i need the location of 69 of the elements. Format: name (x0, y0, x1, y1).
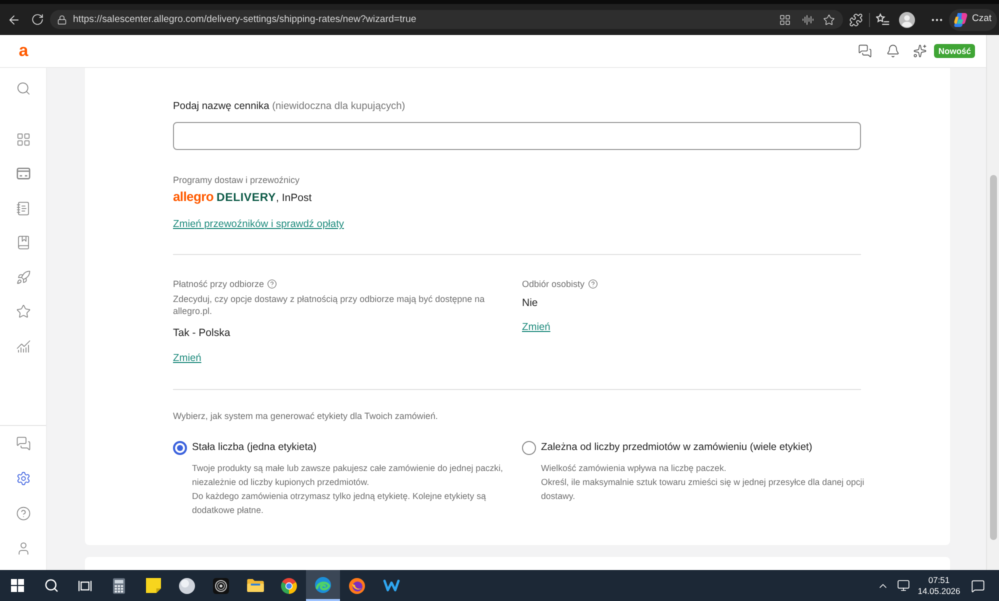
radio-button[interactable] (522, 441, 536, 455)
section-label: Programy dostaw i przewoźnicy (173, 174, 301, 186)
swirl-icon (315, 576, 331, 592)
option-description: Do każdego zamówienia otrzymasz tylko jedną etykietę. Kolejne etykiety są dodatkowe płatne. (192, 490, 487, 517)
setting-value: Nie (522, 296, 538, 310)
url-text[interactable]: https://salescenter.allegro.com/delivery-settings/shipping-rates/new?wizard=true (73, 14, 416, 26)
change-link[interactable]: Zmień (173, 352, 202, 366)
scrollbar[interactable] (986, 35, 999, 570)
search-icon[interactable] (44, 578, 58, 593)
option-label[interactable]: Zależna od liczby przedmiotów w zamówieniu (wiele etykiet) (541, 441, 812, 455)
radio-button[interactable] (173, 441, 187, 455)
field-label: Podaj nazwę cennika (niewidoczna dla kupujących) (173, 100, 406, 114)
tricolor-circle-icon (281, 578, 297, 594)
sticky-note-icon (146, 578, 160, 593)
sphere-icon (179, 578, 195, 594)
help-icon[interactable] (588, 279, 598, 289)
sound-icon[interactable] (802, 14, 814, 26)
option-description: Twoje produkty są małe lub zawsze pakujesz całe zamówienie do jednej paczki, niezależnie od liczby kupionych przedmiotów. (192, 462, 504, 489)
option-label[interactable]: Stała liczba (jedna etykieta) (192, 441, 317, 455)
refresh-icon[interactable] (31, 13, 44, 26)
folder-icon (246, 579, 264, 592)
user-icon[interactable] (16, 540, 30, 556)
labels-prompt: Wybierz, jak system ma generować etykiety dla Twoich zamówień. (173, 410, 439, 422)
setting-value: Tak - Polska (173, 326, 230, 340)
settings-icon[interactable] (16, 470, 30, 486)
help-icon[interactable] (16, 506, 30, 520)
flame-circle-icon (349, 578, 365, 594)
sparkle-icon[interactable] (913, 44, 928, 58)
chat-icon[interactable] (858, 44, 872, 58)
apps-icon[interactable] (779, 14, 791, 26)
back-icon[interactable] (7, 12, 21, 26)
puzzle-icon[interactable] (849, 12, 863, 26)
lens-icon (213, 578, 229, 594)
change-carriers-link[interactable]: Zmień przewoźników i sprawdź opłaty (173, 218, 344, 232)
windows-start-icon[interactable] (10, 579, 24, 592)
star-icon[interactable] (823, 14, 835, 26)
address-bar[interactable]: https://salescenter.allegro.com/delivery-settings/shipping-rates/new?wizard=true (50, 10, 843, 29)
rocket-icon[interactable] (16, 270, 30, 285)
star-list-icon[interactable] (876, 12, 890, 26)
chat-icon[interactable] (16, 436, 30, 450)
clock-time[interactable]: 07:51 (928, 574, 950, 586)
monitor-icon[interactable] (896, 579, 910, 592)
calculator-icon (113, 578, 125, 594)
task-view-icon[interactable] (78, 580, 92, 592)
zigzag-logo-icon (382, 579, 400, 592)
section-description: Zdecyduj, czy opcje dostawy z płatnością przy odbiorze mają być dostępne na allegro.pl. (173, 293, 486, 317)
grid-icon[interactable] (16, 132, 30, 147)
book-icon[interactable] (16, 235, 30, 250)
clock-date[interactable]: 14.05.2026 (918, 586, 960, 596)
option-description: Wielkość zamówienia wpływa na liczbę paczek. (541, 462, 728, 475)
colorful-logo-icon (953, 12, 968, 27)
panel-icon[interactable] (16, 166, 30, 182)
scrollbar-thumb[interactable] (990, 175, 996, 540)
name-input[interactable] (173, 122, 861, 150)
notepad-icon[interactable] (16, 200, 30, 216)
section-label: Odbiór osobisty (522, 278, 585, 290)
star-icon[interactable] (16, 304, 30, 320)
carrier-names: , InPost (276, 191, 312, 206)
option-description: Określ, ile maksymalnie sztuk towaru zmieści się w jednej przesyłce dla danej opcji dostawy. (541, 476, 866, 503)
lock-icon[interactable] (57, 14, 67, 24)
bell-icon[interactable] (886, 44, 900, 58)
section-label: Płatność przy odbiorze (173, 278, 264, 290)
notification-icon[interactable] (971, 578, 985, 592)
program-logo: allegro DELIVERY (173, 188, 276, 206)
help-icon[interactable] (267, 279, 278, 289)
chart-icon[interactable] (16, 338, 30, 354)
change-link[interactable]: Zmień (522, 321, 550, 335)
avatar-icon[interactable] (899, 12, 915, 28)
chat-button[interactable]: Czat (949, 8, 997, 30)
